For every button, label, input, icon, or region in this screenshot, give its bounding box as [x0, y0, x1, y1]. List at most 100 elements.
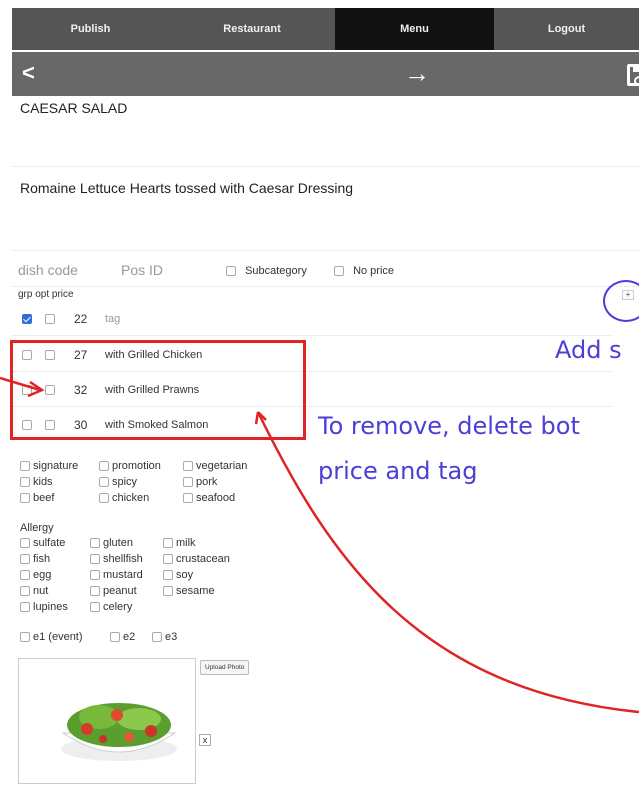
dish-title-field[interactable]: CAESAR SALAD	[20, 100, 127, 116]
grp-checkbox[interactable]	[22, 314, 32, 324]
option-label: signature	[33, 460, 79, 472]
divider	[12, 335, 612, 336]
option-checkbox[interactable]	[90, 538, 100, 549]
option-label: mustard	[103, 569, 143, 581]
checkbox-option[interactable]: sulfate	[20, 537, 65, 549]
tab-menu[interactable]: Menu	[335, 8, 494, 50]
option-checkbox[interactable]	[183, 493, 193, 504]
option-label: celery	[103, 601, 133, 613]
option-checkbox[interactable]	[20, 602, 30, 613]
event-option[interactable]: e1 (event)	[20, 631, 83, 643]
option-label: lupines	[33, 601, 68, 613]
checkbox-option[interactable]: spicy	[99, 476, 137, 488]
divider	[12, 166, 639, 167]
option-label: beef	[33, 492, 55, 504]
option-label: nut	[33, 585, 49, 597]
option-label: pork	[196, 476, 218, 488]
checkbox-option[interactable]: peanut	[90, 585, 137, 597]
checkbox-option[interactable]: lupines	[20, 601, 68, 613]
event-checkbox[interactable]	[152, 632, 162, 643]
event-label: e2	[123, 631, 136, 643]
checkbox-option[interactable]: crustacean	[163, 553, 230, 565]
option-checkbox[interactable]	[163, 570, 173, 581]
checkbox-option[interactable]: beef	[20, 492, 54, 504]
annotation-remove-line2: price and tag	[318, 457, 478, 485]
option-checkbox[interactable]	[99, 461, 109, 472]
event-checkbox[interactable]	[20, 632, 30, 643]
photo-box	[18, 658, 196, 784]
price-input[interactable]: 22	[74, 312, 87, 326]
arrow-right-icon[interactable]: →	[404, 58, 430, 89]
option-checkbox[interactable]	[20, 554, 30, 565]
option-label: vegetarian	[196, 460, 248, 472]
option-label: fish	[33, 553, 51, 565]
checkbox-option[interactable]: mustard	[90, 569, 143, 581]
annotation-remove-line1: To remove, delete bot	[318, 412, 580, 440]
option-checkbox[interactable]	[90, 586, 100, 597]
option-checkbox[interactable]	[163, 538, 173, 549]
checkbox-option[interactable]: vegetarian	[183, 460, 247, 472]
option-checkbox[interactable]	[99, 493, 109, 504]
option-checkbox[interactable]	[20, 493, 30, 504]
save-icon[interactable]	[627, 64, 639, 86]
option-checkbox[interactable]	[90, 570, 100, 581]
dish-code-input[interactable]: dish code	[18, 262, 78, 278]
subcategory-checkbox[interactable]	[226, 266, 236, 277]
checkbox-option[interactable]: nut	[20, 585, 48, 597]
checkbox-option[interactable]: chicken	[99, 492, 149, 504]
tab-restaurant[interactable]: Restaurant	[169, 8, 335, 50]
option-checkbox[interactable]	[20, 586, 30, 597]
checkbox-option[interactable]: celery	[90, 601, 132, 613]
option-label: chicken	[112, 492, 150, 504]
event-checkbox[interactable]	[110, 632, 120, 643]
divider	[12, 286, 639, 287]
codes-row: dish code Pos ID Subcategory No price	[18, 262, 638, 282]
option-checkbox[interactable]	[163, 586, 173, 597]
event-option[interactable]: e3	[152, 631, 177, 643]
option-label: kids	[33, 476, 53, 488]
chevron-left-icon[interactable]: <	[22, 60, 35, 86]
checkbox-option[interactable]: soy	[163, 569, 193, 581]
dish-description-field[interactable]: Romaine Lettuce Hearts tossed with Caesa…	[20, 180, 353, 196]
option-checkbox[interactable]	[20, 538, 30, 549]
checkbox-option[interactable]: promotion	[99, 460, 161, 472]
option-checkbox[interactable]	[90, 554, 100, 565]
option-checkbox[interactable]	[99, 477, 109, 488]
event-option[interactable]: e2	[110, 631, 135, 643]
checkbox-option[interactable]: seafood	[183, 492, 235, 504]
no-price-label: No price	[353, 265, 395, 277]
event-label: e1 (event)	[33, 631, 83, 643]
option-label: crustacean	[176, 553, 230, 565]
checkbox-option[interactable]: kids	[20, 476, 53, 488]
no-price-checkbox[interactable]	[334, 266, 344, 277]
checkbox-option[interactable]: milk	[163, 537, 196, 549]
annotation-add: Add s	[555, 336, 622, 364]
tag-input[interactable]: tag	[105, 313, 120, 325]
price-header: grp opt price	[18, 289, 74, 300]
checkbox-option[interactable]: fish	[20, 553, 50, 565]
option-checkbox[interactable]	[183, 461, 193, 472]
pos-id-input[interactable]: Pos ID	[121, 262, 163, 278]
option-label: spicy	[112, 476, 138, 488]
option-label: promotion	[112, 460, 161, 472]
option-checkbox[interactable]	[20, 477, 30, 488]
option-checkbox[interactable]	[20, 461, 30, 472]
option-checkbox[interactable]	[183, 477, 193, 488]
tab-logout[interactable]: Logout	[494, 8, 639, 50]
subcategory-label: Subcategory	[245, 265, 307, 277]
option-label: sesame	[176, 585, 215, 597]
checkbox-option[interactable]: pork	[183, 476, 217, 488]
checkbox-option[interactable]: sesame	[163, 585, 215, 597]
option-checkbox[interactable]	[163, 554, 173, 565]
checkbox-option[interactable]: gluten	[90, 537, 133, 549]
tab-publish[interactable]: Publish	[12, 8, 169, 50]
option-checkbox[interactable]	[20, 570, 30, 581]
checkbox-option[interactable]: signature	[20, 460, 78, 472]
checkbox-option[interactable]: shellfish	[90, 553, 143, 565]
remove-photo-button[interactable]: x	[199, 734, 211, 746]
opt-checkbox[interactable]	[45, 314, 55, 324]
checkbox-option[interactable]: egg	[20, 569, 51, 581]
option-label: sulfate	[33, 537, 66, 549]
option-checkbox[interactable]	[90, 602, 100, 613]
upload-photo-button[interactable]: Upload Photo	[200, 660, 250, 675]
